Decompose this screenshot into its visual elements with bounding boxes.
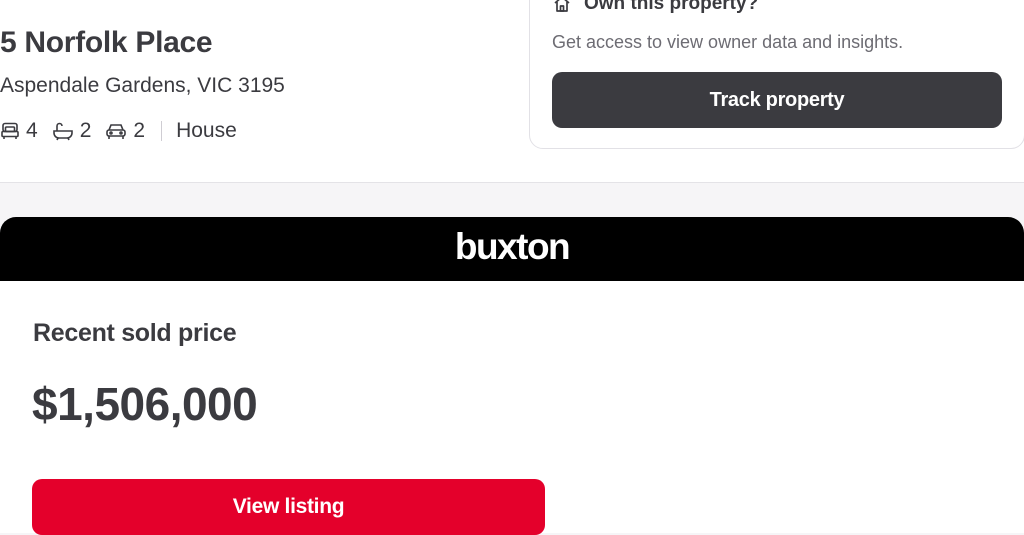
track-property-button[interactable]: Track property [552,72,1002,128]
agency-banner[interactable]: buxton [0,217,1024,281]
car-spaces-count: 2 [133,119,146,142]
sold-price-panel: Recent sold price $1,506,000 View listin… [0,281,1024,535]
bedrooms-feature: 4 [0,119,38,143]
own-property-header: Own this property? [552,0,758,15]
own-property-title: Own this property? [584,0,759,14]
view-listing-button[interactable]: View listing [32,479,545,535]
sold-price-value: $1,506,000 [32,378,258,430]
bed-icon [1,122,19,139]
feature-divider [161,121,163,141]
bedrooms-count: 4 [26,119,38,142]
property-type: House [176,119,237,142]
car-spaces-feature: 2 [105,119,145,143]
bathrooms-feature: 2 [52,119,92,143]
own-property-subtitle: Get access to view owner data and insigh… [552,32,904,52]
property-address: 5 Norfolk Place [0,26,213,59]
bath-icon [52,122,73,141]
property-features: 4 2 2 House [0,118,237,144]
home-icon [554,0,570,12]
own-property-card: Own this property? Get access to view ow… [529,0,1024,149]
sold-price-label: Recent sold price [33,319,237,347]
car-icon [106,124,127,139]
property-header: 5 Norfolk Place Aspendale Gardens, VIC 3… [0,0,1024,183]
agency-logo: buxton [454,226,571,267]
property-suburb: Aspendale Gardens, VIC 3195 [0,74,285,97]
bathrooms-count: 2 [79,119,92,142]
